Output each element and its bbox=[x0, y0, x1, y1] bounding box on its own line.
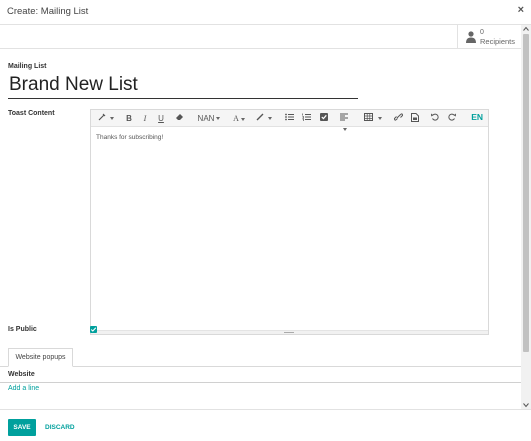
underline-button[interactable]: U bbox=[156, 113, 166, 124]
ordered-list-icon[interactable] bbox=[301, 113, 311, 124]
dialog-header: Create: Mailing List × bbox=[0, 0, 531, 25]
undo-icon[interactable] bbox=[430, 113, 440, 124]
is-public-label: Is Public bbox=[8, 326, 37, 333]
is-public-checkbox[interactable] bbox=[90, 326, 97, 333]
user-icon bbox=[466, 31, 476, 43]
paragraph-icon[interactable] bbox=[336, 113, 352, 124]
editor-toolbar: B I U NAN A EN bbox=[91, 110, 488, 127]
column-header-website: Website bbox=[8, 371, 35, 378]
checklist-icon[interactable] bbox=[319, 113, 329, 124]
list-header: Website bbox=[0, 367, 521, 383]
bold-button[interactable]: B bbox=[124, 113, 134, 124]
link-icon[interactable] bbox=[393, 113, 403, 124]
mailing-list-label: Mailing List bbox=[8, 63, 47, 70]
save-button[interactable]: SAVE bbox=[8, 419, 36, 436]
redo-icon[interactable] bbox=[447, 113, 457, 124]
media-icon[interactable] bbox=[410, 113, 420, 124]
add-line-link[interactable]: Add a line bbox=[8, 385, 39, 392]
close-icon[interactable]: × bbox=[518, 4, 524, 16]
italic-button[interactable]: I bbox=[140, 113, 150, 124]
scrollbar-thumb[interactable] bbox=[523, 34, 529, 352]
editor-resize-handle[interactable] bbox=[91, 330, 488, 334]
recipients-button[interactable]: 0 Recipients bbox=[457, 25, 521, 49]
mailing-list-name-input[interactable] bbox=[8, 72, 358, 99]
dialog-body: 0 Recipients Mailing List Toast Content … bbox=[0, 25, 521, 409]
dialog-footer: SAVE DISCARD bbox=[0, 409, 531, 441]
tab-website-popups[interactable]: Website popups bbox=[8, 348, 73, 367]
font-size-dropdown[interactable]: NAN bbox=[195, 113, 223, 124]
toast-content-label: Toast Content bbox=[8, 110, 55, 117]
button-box: 0 Recipients bbox=[0, 25, 521, 49]
discard-button[interactable]: DISCARD bbox=[45, 419, 75, 436]
language-button[interactable]: EN bbox=[471, 112, 483, 122]
scrollbar[interactable] bbox=[521, 25, 531, 409]
scroll-up-icon[interactable] bbox=[523, 26, 529, 32]
recipients-label: Recipients bbox=[480, 37, 516, 46]
toast-content-text[interactable]: Thanks for subscribing! bbox=[96, 134, 163, 141]
scroll-down-icon[interactable] bbox=[523, 402, 529, 408]
style-icon[interactable] bbox=[97, 113, 115, 124]
table-icon[interactable] bbox=[364, 113, 382, 124]
font-color-dropdown[interactable]: A bbox=[231, 113, 247, 124]
brush-icon[interactable] bbox=[255, 113, 273, 124]
recipients-count: 0 bbox=[480, 29, 484, 36]
html-editor: B I U NAN A EN Thanks for subscribing! bbox=[90, 109, 489, 335]
eraser-icon[interactable] bbox=[173, 113, 185, 124]
unordered-list-icon[interactable] bbox=[284, 113, 294, 124]
check-icon bbox=[90, 327, 97, 332]
dialog-title: Create: Mailing List bbox=[7, 6, 89, 17]
